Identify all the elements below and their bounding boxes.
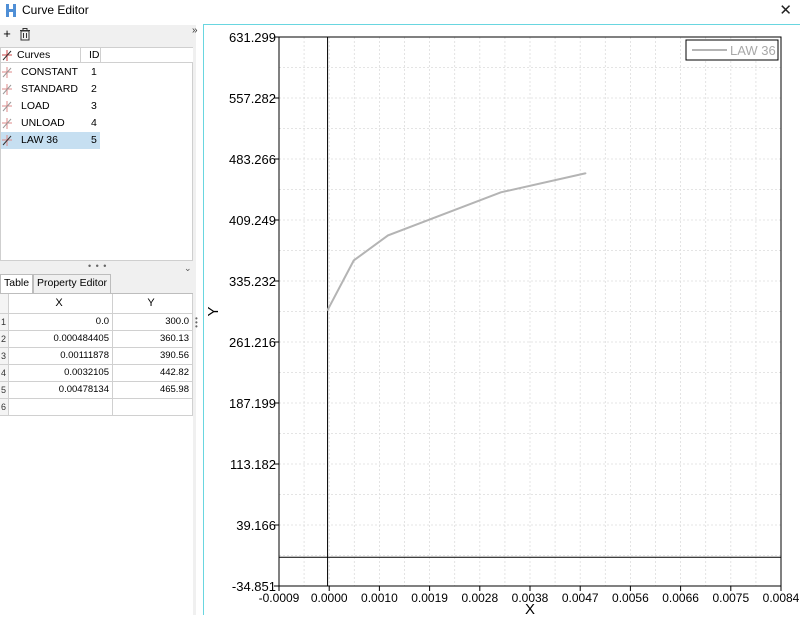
row-number: 4 [0,365,9,382]
curve-id: 3 [91,100,97,112]
data-point [500,191,502,194]
x-tick-label: 0.0028 [461,591,498,605]
curve-name: LOAD [21,100,50,112]
y-tick-label: 409.249 [229,213,276,228]
curves-list: Curves ID CONSTANT 1 STANDARD 2 LOAD 3 UNLOAD 4… [0,47,193,261]
x-axis-label: X [525,601,535,616]
x-tick-label: 0.0066 [662,591,699,605]
data-point [326,309,329,311]
row-number: 3 [0,348,9,365]
row-number: 5 [0,382,9,399]
plot-area[interactable]: 631.299 557.282 483.266 409.249 335.232 261.2… [203,24,800,618]
curve-icon [2,101,12,112]
curve-list-item[interactable]: STANDARD 2 [1,81,100,98]
data-point [584,172,587,175]
curve-id: 5 [91,134,97,146]
row-number: 6 [0,399,9,416]
x-tick-label: 0.0047 [562,591,599,605]
y-tick-label: 557.282 [229,91,276,106]
window-title: Curve Editor [22,3,89,17]
cell-x[interactable]: 0.0 [9,314,113,331]
curves-list-header: Curves ID [1,48,193,63]
resize-handle[interactable]: • • • [88,261,107,271]
collapse-panel-button[interactable]: » [192,25,198,36]
curve-id: 4 [91,117,97,129]
curve-name: LAW 36 [21,134,58,146]
curve-list-item[interactable]: CONSTANT 1 [1,64,100,81]
legend-label: LAW 36 [730,43,776,58]
curve-name: UNLOAD [21,117,65,129]
row-number: 1 [0,314,9,331]
y-tick-label: 187.199 [229,396,276,411]
cell-y[interactable]: 360.13 [113,331,193,348]
curve-id: 2 [91,83,97,95]
cell-y[interactable]: 442.82 [113,365,193,382]
column-header-curves[interactable]: Curves [17,49,50,61]
cell-y[interactable]: 390.56 [113,348,193,365]
x-tick-label: 0.0000 [311,591,348,605]
table-header-y[interactable]: Y [113,294,193,314]
cell-x[interactable]: 0.0032105 [9,365,113,382]
tab-property-editor[interactable]: Property Editor [33,274,112,293]
tab-table[interactable]: Table [0,274,34,293]
curve-icon [2,84,12,95]
data-point [387,234,389,237]
delete-curve-button[interactable] [18,27,32,42]
y-tick-label: 39.166 [236,518,276,533]
x-tick-label: 0.0075 [712,591,749,605]
legend: LAW 36 [685,39,779,61]
cell-y[interactable]: 465.98 [113,382,193,399]
x-tick-label: 0.0056 [612,591,649,605]
expand-arrow-icon[interactable]: ⌄ [184,263,192,274]
data-point [352,259,355,262]
y-tick-label: 335.232 [229,274,276,289]
curve-list-item[interactable]: LAW 36 5 [1,132,100,149]
column-header-id[interactable]: ID [89,49,100,61]
y-tick-label: 113.182 [230,457,276,472]
curve-list-item[interactable]: UNLOAD 4 [1,115,100,132]
splitter-handle[interactable]: • • • [195,315,199,331]
y-tick-label: 631.299 [229,30,276,45]
title-bar: Curve Editor ✕ [0,0,800,22]
curve-icon [2,67,12,78]
y-tick-label: 483.266 [229,152,276,167]
cell-y[interactable]: 300.0 [113,314,193,331]
x-tick-label: -0.0009 [259,591,300,605]
curve-icon [2,118,12,129]
app-logo-icon [6,4,16,17]
x-tick-label: 0.0010 [361,591,398,605]
curve-icon [2,135,12,146]
cell-x[interactable]: 0.00111878 [9,348,113,365]
curve-name: CONSTANT [21,66,78,78]
cell-y[interactable] [113,399,193,416]
cell-x[interactable] [9,399,113,416]
data-table: X Y 1 0.0 300.0 2 0.000484405 360.13 3 0.001118… [0,293,193,615]
curve-id: 1 [91,66,97,78]
x-tick-label: 0.0019 [411,591,448,605]
series-line [326,172,586,311]
cell-x[interactable]: 0.000484405 [9,331,113,348]
close-button[interactable]: ✕ [779,1,792,19]
curve-list-item[interactable]: LOAD 3 [1,98,100,115]
cell-x[interactable]: 0.00478134 [9,382,113,399]
plot-frame [278,36,782,587]
curve-plot[interactable]: 631.299 557.282 483.266 409.249 335.232 261.2… [204,25,800,618]
curve-name: STANDARD [21,83,78,95]
y-tick-label: 261.216 [229,335,276,350]
x-tick-label: 0.0084 [763,591,800,605]
table-corner [0,294,9,314]
trash-icon [20,28,30,41]
curve-icon [2,50,12,61]
y-axis-label: Y [205,306,222,316]
add-curve-button[interactable]: + [0,27,14,42]
row-number: 2 [0,331,9,348]
table-header-x[interactable]: X [9,294,113,314]
